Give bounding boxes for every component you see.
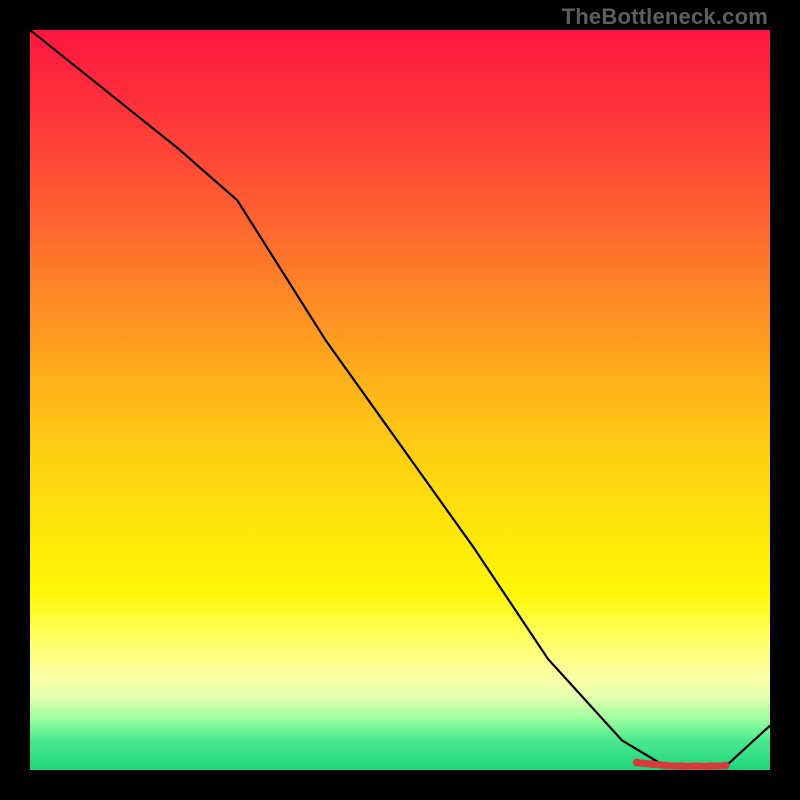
chart-frame: TheBottleneck.com bbox=[0, 0, 800, 800]
chart-svg bbox=[30, 30, 770, 770]
marker-dot bbox=[707, 762, 715, 770]
marker-dot bbox=[722, 762, 730, 770]
plot-area bbox=[30, 30, 770, 770]
marker-dot bbox=[662, 762, 670, 770]
chart-line bbox=[30, 30, 770, 766]
marker-dot bbox=[633, 759, 641, 767]
watermark-text: TheBottleneck.com bbox=[562, 4, 768, 30]
marker-dot bbox=[692, 762, 700, 770]
marker-group bbox=[633, 759, 730, 770]
marker-dot bbox=[677, 762, 685, 770]
marker-dot bbox=[648, 760, 656, 768]
